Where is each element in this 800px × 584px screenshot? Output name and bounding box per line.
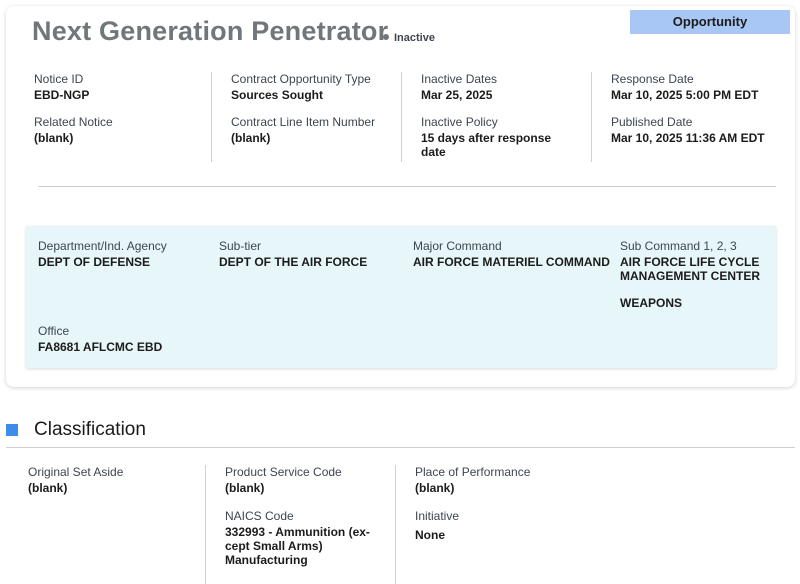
contract-type-label: Contract Opportunity Type	[231, 72, 371, 86]
initiative-value: None	[415, 528, 445, 542]
subtier-field: Sub-tier DEPT OF THE AIR FORCE	[219, 239, 409, 269]
naics-field: NAICS Code 332993 - Ammunition (ex- cept…	[225, 509, 395, 567]
overview-col-3: Inactive Dates Mar 25, 2025 Inactive Pol…	[401, 72, 591, 162]
status-dot-icon	[383, 34, 389, 40]
inactive-policy-label: Inactive Policy	[421, 115, 498, 129]
classification-col-3: Place of Performance (blank) Initiative …	[395, 465, 585, 584]
set-aside-label: Original Set Aside	[28, 465, 124, 479]
sub-command-value-line2: MANAGEMENT CENTER	[620, 269, 760, 283]
inactive-policy-field: Inactive Policy 15 days after response d…	[421, 115, 591, 159]
psc-label: Product Service Code	[225, 465, 342, 479]
sub-command-label: Sub Command 1, 2, 3	[620, 239, 737, 253]
psc-field: Product Service Code (blank)	[225, 465, 395, 495]
status-text: Inactive	[394, 32, 435, 44]
classification-grid: Original Set Aside (blank) Product Servi…	[28, 465, 768, 584]
agency-panel: Department/Ind. Agency DEPT OF DEFENSE S…	[26, 226, 776, 368]
notice-id-value: EBD-NGP	[34, 88, 90, 102]
major-command-field: Major Command AIR FORCE MATERIEL COMMAND	[413, 239, 613, 269]
clin-value: (blank)	[231, 131, 271, 145]
notice-id-field: Notice ID EBD-NGP	[34, 72, 204, 102]
published-date-label: Published Date	[611, 115, 693, 129]
contract-type-field: Contract Opportunity Type Sources Sought	[231, 72, 401, 102]
related-notice-field: Related Notice (blank)	[34, 115, 204, 145]
initiative-label: Initiative	[415, 509, 460, 523]
overview-col-2: Contract Opportunity Type Sources Sought…	[211, 72, 401, 162]
response-date-value: Mar 10, 2025 5:00 PM EDT	[611, 88, 759, 102]
opportunity-tag: Opportunity	[630, 10, 790, 34]
classification-col-1: Original Set Aside (blank)	[28, 465, 205, 584]
naics-label: NAICS Code	[225, 509, 294, 523]
notice-id-label: Notice ID	[34, 72, 84, 86]
divider	[38, 186, 776, 187]
psc-value: (blank)	[225, 481, 265, 495]
classification-col-2: Product Service Code (blank) NAICS Code …	[205, 465, 395, 584]
department-value: DEPT OF DEFENSE	[38, 255, 151, 269]
inactive-dates-value: Mar 25, 2025	[421, 88, 493, 102]
subtier-value: DEPT OF THE AIR FORCE	[219, 255, 368, 269]
page-title: Next Generation Penetrator	[32, 16, 389, 46]
classification-title: Classification	[34, 419, 146, 440]
place-field: Place of Performance (blank)	[415, 465, 585, 495]
major-command-label: Major Command	[413, 239, 502, 253]
published-date-field: Published Date Mar 10, 2025 11:36 AM EDT	[611, 115, 781, 145]
office-field: Office FA8681 AFLCMC EBD	[38, 324, 228, 354]
section-square-icon	[6, 424, 18, 436]
related-notice-label: Related Notice	[34, 115, 113, 129]
naics-value-line2: cept Small Arms)	[225, 539, 323, 553]
naics-value-line1: 332993 - Ammunition (ex-	[225, 525, 370, 539]
inactive-policy-value-line2: date	[421, 145, 446, 159]
subtier-label: Sub-tier	[219, 239, 262, 253]
classification-header: Classification	[6, 418, 795, 448]
overview-grid: Notice ID EBD-NGP Related Notice (blank)…	[34, 72, 774, 162]
clin-field: Contract Line Item Number (blank)	[231, 115, 401, 145]
published-date-value: Mar 10, 2025 11:36 AM EDT	[611, 131, 765, 145]
major-command-value: AIR FORCE MATERIEL COMMAND	[413, 255, 610, 269]
contract-type-value: Sources Sought	[231, 88, 324, 102]
inactive-dates-label: Inactive Dates	[421, 72, 498, 86]
sub-command-value-line1: AIR FORCE LIFE CYCLE	[620, 255, 760, 269]
naics-value-line3: Manufacturing	[225, 553, 308, 567]
inactive-dates-field: Inactive Dates Mar 25, 2025	[421, 72, 591, 102]
initiative-field: Initiative None	[415, 509, 585, 542]
office-value: FA8681 AFLCMC EBD	[38, 340, 163, 354]
response-date-field: Response Date Mar 10, 2025 5:00 PM EDT	[611, 72, 781, 102]
related-notice-value: (blank)	[34, 131, 74, 145]
department-field: Department/Ind. Agency DEPT OF DEFENSE	[38, 239, 228, 269]
place-label: Place of Performance	[415, 465, 531, 479]
sub-command-value-line3: WEAPONS	[620, 296, 683, 310]
overview-col-1: Notice ID EBD-NGP Related Notice (blank)	[34, 72, 206, 162]
status-badge: Inactive	[383, 32, 435, 44]
department-label: Department/Ind. Agency	[38, 239, 167, 253]
set-aside-field: Original Set Aside (blank)	[28, 465, 198, 495]
overview-col-4: Response Date Mar 10, 2025 5:00 PM EDT P…	[591, 72, 774, 162]
clin-label: Contract Line Item Number	[231, 115, 376, 129]
inactive-policy-value-line1: 15 days after response	[421, 131, 552, 145]
office-label: Office	[38, 324, 70, 338]
response-date-label: Response Date	[611, 72, 694, 86]
place-value: (blank)	[415, 481, 455, 495]
opportunity-card: Opportunity Next Generation Penetrator I…	[6, 6, 795, 387]
set-aside-value: (blank)	[28, 481, 68, 495]
sub-command-field: Sub Command 1, 2, 3 AIR FORCE LIFE CYCLE…	[620, 239, 770, 310]
